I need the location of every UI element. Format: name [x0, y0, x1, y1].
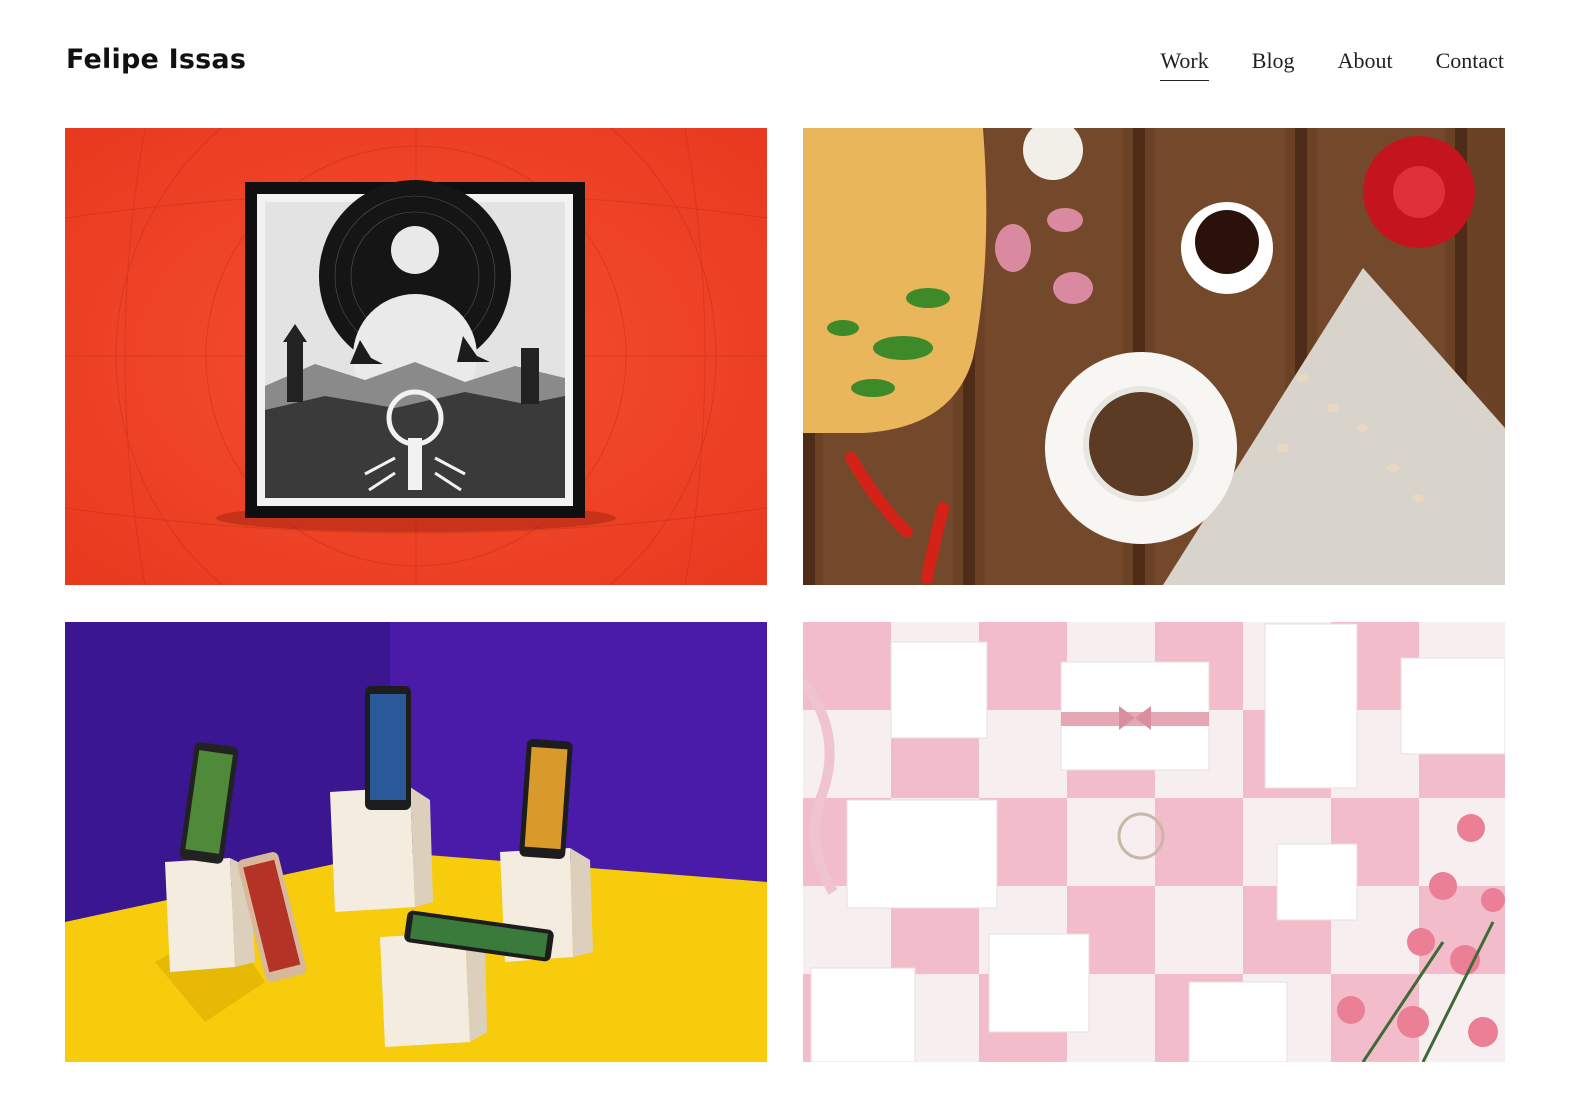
nav-item-contact[interactable]: Contact: [1436, 48, 1504, 81]
portfolio-tile-food-flatlay[interactable]: [803, 128, 1505, 585]
nav-item-blog[interactable]: Blog: [1252, 48, 1295, 81]
smartphones-image: [65, 622, 767, 1062]
nav-item-about[interactable]: About: [1338, 48, 1393, 81]
main-nav: Work Blog About Contact: [1160, 48, 1504, 81]
nav-item-work[interactable]: Work: [1160, 48, 1209, 81]
site-logo[interactable]: Felipe Issas: [66, 44, 246, 75]
album-cover-image: [65, 128, 767, 585]
portfolio-tile-smartphones[interactable]: [65, 622, 767, 1062]
food-flatlay-image: [803, 128, 1505, 585]
portfolio-tile-jewelry-boxes[interactable]: [803, 622, 1505, 1062]
portfolio-tile-album-cover[interactable]: [65, 128, 767, 585]
site-header: Felipe Issas Work Blog About Contact: [0, 0, 1593, 128]
jewelry-boxes-image: [803, 622, 1505, 1062]
